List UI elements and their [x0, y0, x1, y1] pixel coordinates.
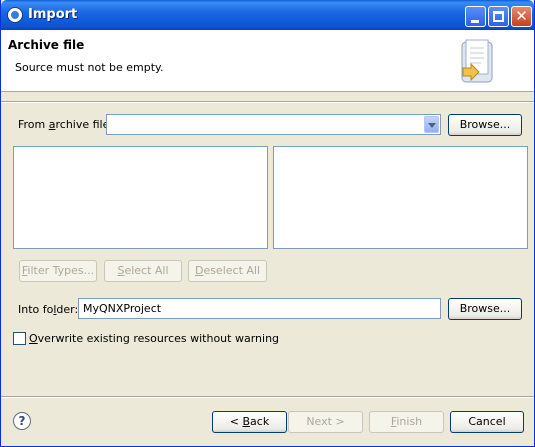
next-button[interactable]: Next >: [288, 411, 363, 433]
maximize-icon: [493, 11, 504, 22]
folder-browse-button[interactable]: Browse...: [448, 298, 522, 320]
close-icon: ✕: [515, 7, 528, 25]
header-separator: [1, 101, 534, 103]
archive-file-combo[interactable]: [106, 114, 441, 135]
into-folder-input[interactable]: MyQNXProject: [78, 298, 441, 319]
deselect-all-button[interactable]: Deselect All: [188, 260, 267, 282]
back-button[interactable]: < Back: [212, 411, 287, 433]
minimize-button[interactable]: [465, 6, 486, 27]
overwrite-checkbox[interactable]: [13, 332, 26, 345]
footer-separator: [1, 396, 534, 398]
into-folder-label: Into folder:: [18, 303, 79, 316]
title-bar[interactable]: Import ✕: [1, 0, 534, 30]
app-icon: [7, 7, 23, 23]
chevron-down-icon[interactable]: [424, 116, 439, 133]
folder-tree-pane[interactable]: [13, 146, 268, 249]
file-list-pane[interactable]: [273, 146, 528, 249]
into-folder-value: MyQNXProject: [83, 302, 162, 315]
window-title: Import: [28, 7, 78, 22]
help-icon[interactable]: ?: [13, 412, 31, 430]
select-all-button[interactable]: Select All: [104, 260, 182, 282]
minimize-icon: [471, 20, 479, 23]
filter-types-button[interactable]: Filter Types...: [19, 260, 97, 282]
archive-file-label: From archive file:: [18, 118, 114, 131]
page-title: Archive file: [8, 38, 85, 52]
cancel-button[interactable]: Cancel: [450, 411, 524, 433]
wizard-header: Archive file Source must not be empty.: [1, 30, 534, 92]
import-dialog: Import ✕ Archive file Source must not be…: [0, 0, 535, 447]
error-message: Source must not be empty.: [15, 61, 164, 74]
overwrite-label[interactable]: Overwrite existing resources without war…: [29, 332, 279, 345]
maximize-button[interactable]: [488, 6, 509, 27]
import-wizard-icon: [461, 39, 493, 83]
archive-browse-button[interactable]: Browse...: [448, 114, 522, 136]
finish-button[interactable]: Finish: [369, 411, 444, 433]
close-button[interactable]: ✕: [511, 6, 532, 27]
